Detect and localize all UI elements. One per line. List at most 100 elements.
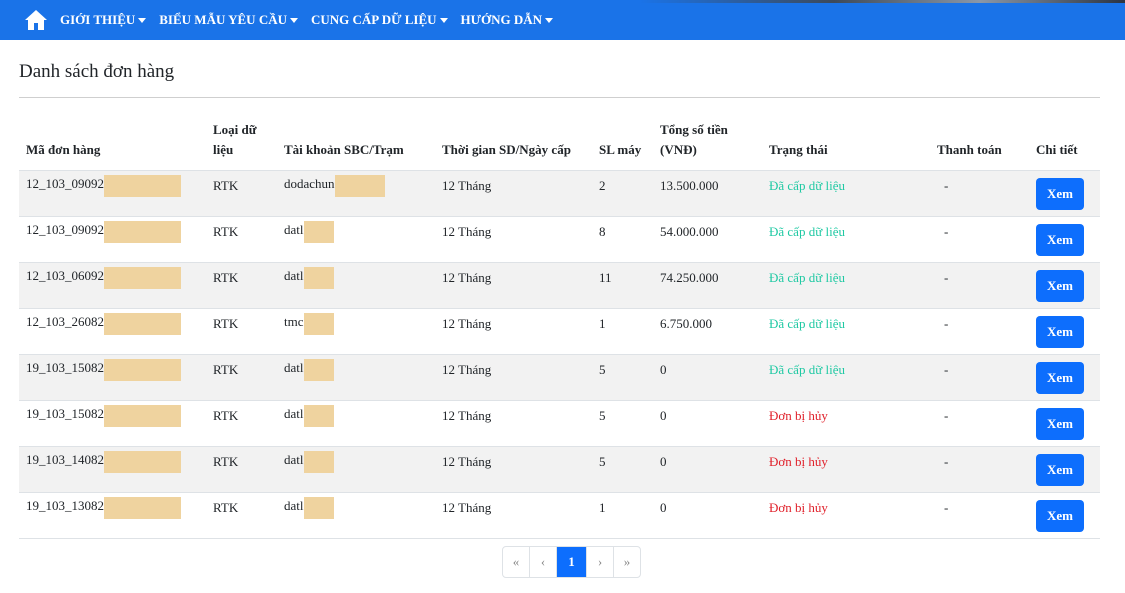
nav-item-bieu-mau[interactable]: BIỂU MẪU YÊU CẦU xyxy=(159,12,298,28)
cell-data-type: RTK xyxy=(206,262,277,309)
cell-data-type: RTK xyxy=(206,308,277,355)
view-detail-button[interactable]: Xem xyxy=(1036,269,1084,302)
duration-text: 12 Tháng xyxy=(442,269,492,285)
header-duration: Thời gian SD/Ngày cấp xyxy=(435,115,592,171)
redaction-mask xyxy=(104,220,181,243)
table-row: 12_103_09092 RTK dodachun 12 Tháng 2 13.500.0… xyxy=(19,170,1100,217)
redaction-mask xyxy=(303,496,334,519)
cell-payment: - xyxy=(930,262,1029,309)
total-text: 0 xyxy=(660,453,667,469)
payment-text: - xyxy=(944,177,949,193)
cell-account: dodachun xyxy=(277,170,435,217)
nav-menu: GIỚI THIỆU BIỂU MẪU YÊU CẦU CUNG CẤP DỮ … xyxy=(60,0,566,40)
view-detail-button[interactable]: Xem xyxy=(1036,223,1084,256)
page-1-button[interactable]: 1 xyxy=(556,547,586,577)
cell-detail: Xem xyxy=(1029,216,1100,263)
redaction-mask xyxy=(104,312,181,335)
cell-status: Đơn bị hủy xyxy=(762,492,930,539)
quantity-text: 1 xyxy=(599,315,606,331)
next-page-button[interactable]: › xyxy=(586,547,613,577)
duration-text: 12 Tháng xyxy=(442,361,492,377)
nav-item-label: HƯỚNG DẪN xyxy=(460,12,543,27)
cell-order-code: 12_103_06092 xyxy=(19,262,206,309)
cell-total: 13.500.000 xyxy=(653,170,762,217)
redaction-mask xyxy=(303,358,334,381)
payment-text: - xyxy=(944,223,949,239)
cell-status: Đã cấp dữ liệu xyxy=(762,170,930,217)
header-account: Tài khoản SBC/Trạm xyxy=(277,115,435,171)
table-row: 12_103_06092 RTK datl 12 Tháng 11 74.250.000 Đ… xyxy=(19,262,1100,309)
order-code-text: 19_103_13082 xyxy=(26,498,104,514)
payment-text: - xyxy=(944,269,949,285)
order-code-text: 12_103_09092 xyxy=(26,176,104,192)
caret-down-icon xyxy=(289,17,298,23)
total-text: 0 xyxy=(660,499,667,515)
duration-text: 12 Tháng xyxy=(442,177,492,193)
view-detail-button[interactable]: Xem xyxy=(1036,499,1084,532)
nav-item-gioi-thieu[interactable]: GIỚI THIỆU xyxy=(60,12,147,28)
view-detail-button[interactable]: Xem xyxy=(1036,177,1084,210)
cell-duration: 12 Tháng xyxy=(435,492,592,539)
table-row: 19_103_14082 RTK datl 12 Tháng 5 0 Đơn bị hủy -… xyxy=(19,446,1100,493)
status-text: Đã cấp dữ liệu xyxy=(769,177,845,193)
account-text: dodachun xyxy=(284,176,335,192)
cell-status: Đã cấp dữ liệu xyxy=(762,216,930,263)
table-header-row: Mã đơn hàng Loại dữ liệu Tài khoản SBC/T… xyxy=(19,115,1100,171)
cell-quantity: 5 xyxy=(592,354,653,401)
account-text: datl xyxy=(284,452,304,468)
cell-total: 6.750.000 xyxy=(653,308,762,355)
home-icon[interactable] xyxy=(24,9,48,31)
cell-total: 0 xyxy=(653,354,762,401)
cell-duration: 12 Tháng xyxy=(435,308,592,355)
view-detail-button[interactable]: Xem xyxy=(1036,453,1084,486)
cell-total: 54.000.000 xyxy=(653,216,762,263)
payment-text: - xyxy=(944,499,949,515)
header-payment: Thanh toán xyxy=(930,115,1029,171)
nav-item-cung-cap[interactable]: CUNG CẤP DỮ LIỆU xyxy=(311,12,448,28)
account-text: datl xyxy=(284,498,304,514)
quantity-text: 1 xyxy=(599,499,606,515)
quantity-text: 8 xyxy=(599,223,606,239)
nav-item-label: GIỚI THIỆU xyxy=(60,12,136,27)
cell-total: 0 xyxy=(653,400,762,447)
orders-table: Mã đơn hàng Loại dữ liệu Tài khoản SBC/T… xyxy=(19,115,1100,539)
cell-quantity: 11 xyxy=(592,262,653,309)
table-row: 19_103_15082 RTK datl 12 Tháng 5 0 Đơn bị hủy -… xyxy=(19,400,1100,447)
cell-order-code: 12_103_09092 xyxy=(19,216,206,263)
cell-order-code: 12_103_26082 xyxy=(19,308,206,355)
account-text: datl xyxy=(284,360,304,376)
cell-quantity: 2 xyxy=(592,170,653,217)
redaction-mask xyxy=(104,496,181,519)
payment-text: - xyxy=(944,407,949,423)
cell-quantity: 1 xyxy=(592,492,653,539)
payment-text: - xyxy=(944,361,949,377)
payment-text: - xyxy=(944,453,949,469)
view-detail-button[interactable]: Xem xyxy=(1036,315,1084,348)
last-page-button[interactable]: » xyxy=(613,547,640,577)
status-text: Đã cấp dữ liệu xyxy=(769,223,845,239)
prev-page-button[interactable]: ‹ xyxy=(529,547,556,577)
cell-payment: - xyxy=(930,400,1029,447)
quantity-text: 5 xyxy=(599,361,606,377)
status-text: Đã cấp dữ liệu xyxy=(769,361,845,377)
quantity-text: 2 xyxy=(599,177,606,193)
view-detail-button[interactable]: Xem xyxy=(1036,361,1084,394)
nav-item-huong-dan[interactable]: HƯỚNG DẪN xyxy=(461,12,554,28)
cell-payment: - xyxy=(930,216,1029,263)
cell-total: 74.250.000 xyxy=(653,262,762,309)
cell-account: tmc xyxy=(277,308,435,355)
data-type-text: RTK xyxy=(213,361,239,377)
cell-status: Đã cấp dữ liệu xyxy=(762,262,930,309)
header-total: Tổng số tiền (VNĐ) xyxy=(653,115,762,171)
data-type-text: RTK xyxy=(213,407,239,423)
table-row: 12_103_09092 RTK datl 12 Tháng 8 54.000.000 Đã… xyxy=(19,216,1100,263)
order-code-text: 12_103_26082 xyxy=(26,314,104,330)
payment-text: - xyxy=(944,315,949,331)
total-text: 13.500.000 xyxy=(660,177,719,193)
view-detail-button[interactable]: Xem xyxy=(1036,407,1084,440)
cell-quantity: 8 xyxy=(592,216,653,263)
quantity-text: 11 xyxy=(599,269,612,285)
cell-order-code: 19_103_13082 xyxy=(19,492,206,539)
account-text: datl xyxy=(284,222,304,238)
first-page-button[interactable]: « xyxy=(503,547,529,577)
